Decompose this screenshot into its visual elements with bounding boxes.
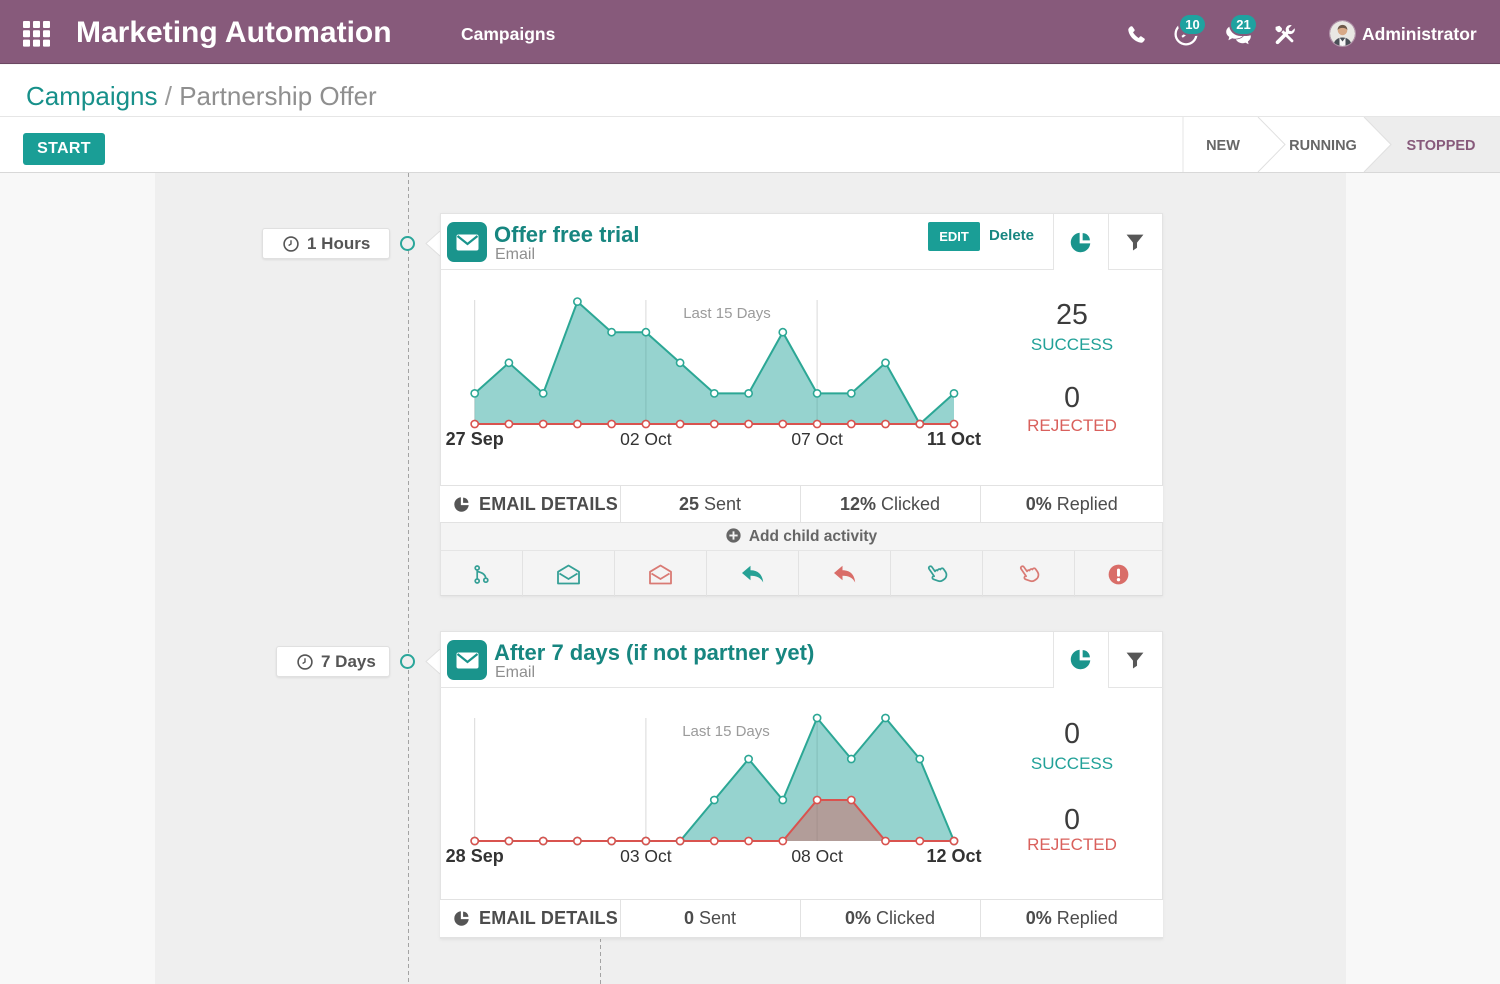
svg-text:08 Oct: 08 Oct (791, 846, 843, 866)
svg-text:28 Sep: 28 Sep (446, 846, 504, 866)
svg-text:27 Sep: 27 Sep (446, 429, 504, 449)
svg-text:NEW: NEW (1206, 138, 1240, 154)
svg-text:Last 15 Days: Last 15 Days (682, 723, 770, 740)
svg-text:12 Oct: 12 Oct (926, 846, 981, 866)
svg-text:07 Oct: 07 Oct (791, 429, 843, 449)
svg-text:03 Oct: 03 Oct (620, 846, 672, 866)
svg-text:RUNNING: RUNNING (1289, 138, 1357, 154)
svg-text:11 Oct: 11 Oct (927, 429, 981, 449)
svg-text:STOPPED: STOPPED (1406, 138, 1475, 154)
svg-text:02 Oct: 02 Oct (620, 429, 672, 449)
svg-text:Last 15 Days: Last 15 Days (683, 305, 771, 322)
